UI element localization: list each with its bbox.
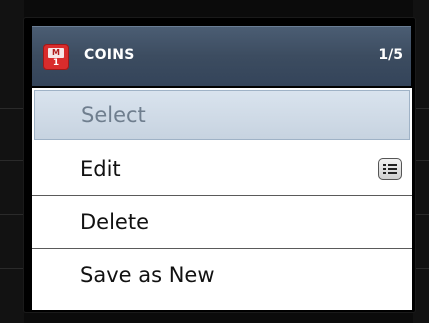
menu-item-save-as-new[interactable]: Save as New [32, 249, 412, 302]
dialog-count: 1/5 [378, 47, 403, 63]
background-left-edge [0, 0, 24, 323]
menu-item-edit[interactable]: Edit [32, 143, 412, 196]
dialog-header: M 1 COINS 1/5 [32, 26, 411, 86]
dialog-title: COINS [84, 47, 135, 63]
icon-top-text: M [48, 48, 64, 58]
list-icon [378, 158, 402, 180]
icon-bottom-text: 1 [52, 58, 60, 68]
background-right-edge [413, 0, 429, 323]
menu-item-select[interactable]: Select [34, 90, 410, 140]
menu-item-label: Edit [80, 157, 121, 181]
context-menu-dialog: M 1 COINS 1/5 Select Edit Delete Save as… [24, 18, 415, 312]
calendar-m1-icon: M 1 [43, 44, 69, 70]
menu-list: Select Edit Delete Save as New [32, 88, 412, 310]
menu-item-label: Save as New [80, 263, 215, 287]
menu-item-label: Delete [80, 210, 149, 234]
menu-item-delete[interactable]: Delete [32, 196, 412, 249]
menu-item-label: Select [81, 103, 146, 127]
